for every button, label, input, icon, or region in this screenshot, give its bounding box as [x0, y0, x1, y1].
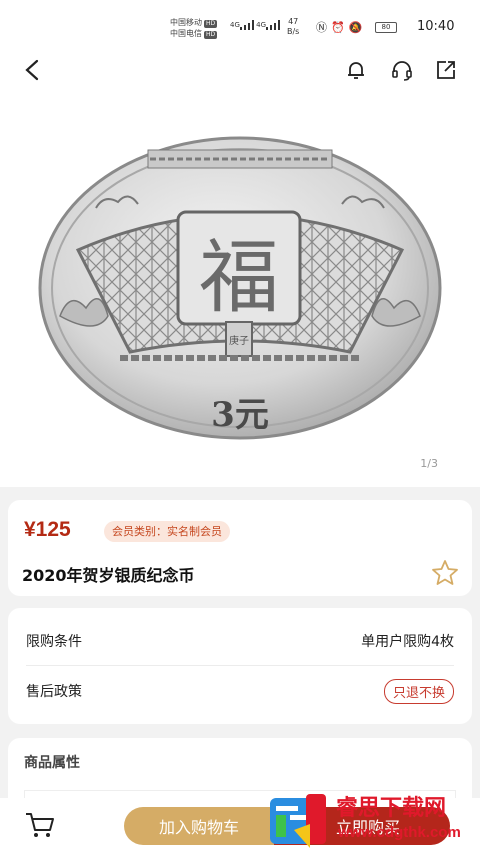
- coin-seal-text: 庚子: [229, 334, 249, 347]
- product-price: ¥125: [24, 518, 71, 541]
- battery-icon: 80: [375, 22, 397, 33]
- top-nav: [0, 50, 480, 90]
- policy-card: 限购条件 单用户限购4枚 售后政策 只退不换: [8, 608, 472, 724]
- mute-icon: 🔕: [348, 21, 367, 34]
- system-icons: Ⓝ⏰🔕: [316, 19, 366, 35]
- bottom-action-bar: 加入购物车 立即购买: [0, 798, 480, 853]
- hd-badge: HD: [204, 31, 218, 39]
- aftersale-label: 售后政策: [26, 684, 82, 700]
- star-icon: [432, 560, 458, 585]
- carrier-info: 中国移动 HD 中国电信 HD: [170, 17, 218, 39]
- carrier-2: 中国电信: [170, 29, 202, 38]
- purchase-limit-row: 限购条件 单用户限购4枚: [26, 616, 454, 666]
- cart-button[interactable]: [24, 810, 56, 840]
- signal-icon: 4G 4G: [230, 20, 281, 30]
- customer-service-button[interactable]: [388, 56, 416, 84]
- aftersale-row: 售后政策 只退不换: [26, 666, 454, 716]
- alarm-icon: ⏰: [331, 21, 349, 34]
- nfc-icon: Ⓝ: [316, 21, 331, 34]
- product-title: 2020年贺岁银质纪念币: [22, 566, 195, 585]
- product-image-carousel[interactable]: 福 庚子 3元 1/3: [0, 90, 480, 487]
- purchase-limit-value: 单用户限购4枚: [361, 633, 454, 650]
- favorite-button[interactable]: [430, 558, 460, 588]
- attributes-title: 商品属性: [24, 755, 80, 771]
- buy-now-button[interactable]: 立即购买: [274, 807, 450, 845]
- carrier-1: 中国移动: [170, 18, 202, 27]
- image-counter: 1/3: [420, 457, 438, 470]
- share-icon: [437, 61, 455, 79]
- add-to-cart-button[interactable]: 加入购物车: [124, 807, 274, 845]
- price-card: ¥125 会员类别：实名制会员 2020年贺岁银质纪念币: [8, 500, 472, 596]
- coin-image: 福 庚子 3元: [38, 136, 442, 440]
- coin-center-char: 福: [199, 231, 279, 324]
- back-button[interactable]: [18, 56, 46, 84]
- notification-button[interactable]: [342, 56, 370, 84]
- purchase-limit-label: 限购条件: [26, 633, 82, 650]
- bell-icon: [348, 62, 364, 79]
- status-time: 10:40: [417, 19, 455, 34]
- cart-icon: [26, 813, 54, 837]
- hd-badge: HD: [204, 20, 218, 28]
- member-badge: 会员类别：实名制会员: [104, 521, 230, 542]
- status-bar: 中国移动 HD 中国电信 HD 4G 4G 47 B/s Ⓝ⏰🔕 80 10:40: [0, 0, 480, 50]
- headset-icon: [392, 61, 412, 81]
- share-button[interactable]: [432, 56, 460, 84]
- coin-denomination: 3元: [211, 395, 269, 435]
- network-speed: 47 B/s: [287, 17, 300, 36]
- aftersale-tag: 只退不换: [383, 678, 454, 704]
- chevron-left-icon: [25, 59, 39, 81]
